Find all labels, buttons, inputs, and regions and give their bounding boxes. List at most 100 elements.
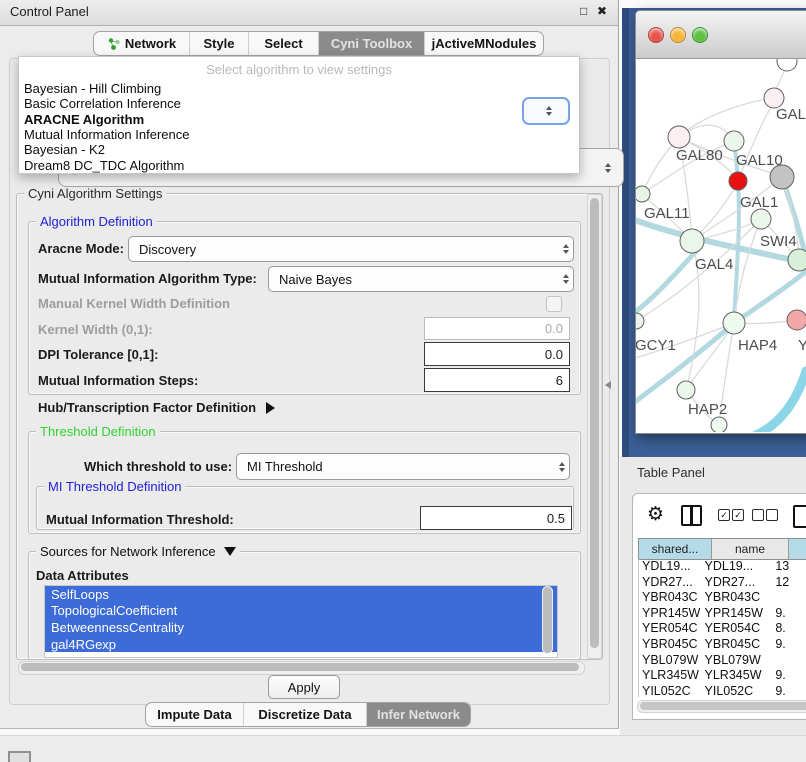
settings-horizontal-scrollbar[interactable]	[18, 661, 585, 675]
network-node[interactable]	[729, 172, 747, 190]
apply-button[interactable]: Apply	[268, 675, 340, 699]
network-window: GALGAL80GAL10GAL1GAL11SWI4GAL4GCY1HAP4YH…	[635, 10, 806, 434]
manual-kernel-width-checkbox[interactable]	[546, 296, 562, 312]
mac-close-button[interactable]	[648, 27, 664, 43]
attribute-item-gal4rgexp[interactable]: gal4RGexp	[45, 636, 557, 653]
table-cell: 9.	[767, 606, 806, 622]
mi-algorithm-type-value: Naive Bayes	[279, 272, 557, 287]
float-window-icon[interactable]: □	[580, 4, 587, 18]
algorithm-option-bayesian-k2[interactable]: Bayesian - K2	[19, 142, 579, 157]
tab-label: Discretize Data	[258, 707, 351, 722]
mi-threshold-label: Mutual Information Threshold:	[46, 512, 234, 527]
network-node[interactable]	[751, 209, 771, 229]
network-node[interactable]	[777, 59, 797, 71]
tab-jactivemnodules[interactable]: jActiveMNodules	[424, 32, 543, 55]
network-edge	[746, 371, 806, 432]
network-node[interactable]	[787, 310, 806, 330]
algorithm-option-aracne-algorithm[interactable]: ARACNE Algorithm	[19, 112, 579, 127]
network-node[interactable]	[764, 88, 784, 108]
tab-discretize-data[interactable]: Discretize Data	[243, 703, 366, 726]
dpi-tolerance-field[interactable]: 0.0	[424, 342, 570, 366]
mi-threshold-field[interactable]: 0.5	[420, 506, 572, 530]
network-node[interactable]	[724, 131, 744, 151]
network-window-titlebar[interactable]	[636, 11, 806, 59]
sources-toggle[interactable]: Sources for Network Inference	[36, 544, 240, 559]
checked-checkbox-icon[interactable]: ✓	[718, 509, 730, 521]
table-row[interactable]: YIL052CYIL052C9.	[639, 684, 806, 697]
table-row[interactable]: YPR145WYPR145W9.	[639, 606, 806, 622]
table-row[interactable]: YBR045CYBR045C9.	[639, 637, 806, 653]
algorithm-option-bayesian-hill-climbing[interactable]: Bayesian - Hill Climbing	[19, 81, 579, 96]
split-columns-icon[interactable]	[681, 505, 702, 526]
collapse-arrow-icon	[224, 547, 236, 556]
checked-checkbox-icon[interactable]: ✓	[732, 509, 744, 521]
algorithm-option-mutual-information-inference[interactable]: Mutual Information Inference	[19, 127, 579, 142]
which-threshold-value: MI Threshold	[247, 459, 553, 474]
tab-cyni-toolbox[interactable]: Cyni Toolbox	[318, 32, 424, 55]
attribute-item-topologicalcoefficient[interactable]: TopologicalCoefficient	[45, 603, 557, 620]
mi-steps-field[interactable]: 6	[424, 368, 570, 392]
combo-spinner-icon	[563, 244, 569, 254]
table-row[interactable]: YBR043CYBR043C	[639, 590, 806, 606]
table-row[interactable]: YLR345WYLR345W9.	[639, 668, 806, 684]
network-node[interactable]	[636, 313, 644, 329]
column-header-a[interactable]: A	[788, 539, 806, 559]
network-graph-canvas[interactable]: GALGAL80GAL10GAL1GAL11SWI4GAL4GCY1HAP4YH…	[636, 59, 806, 432]
control-panel-window: Control Panel □ ✖ Network Style SelectCyni…	[0, 0, 619, 729]
node-label: GAL1	[740, 194, 778, 211]
tab-infer-network[interactable]: Infer Network	[366, 703, 470, 726]
tab-network[interactable]: Network	[94, 32, 189, 55]
new-page-icon[interactable]	[793, 505, 806, 528]
tab-label: Style	[203, 36, 234, 51]
unchecked-checkbox-icon[interactable]	[752, 509, 764, 521]
gear-icon[interactable]: ⚙	[647, 505, 664, 524]
combo-spinner-icon	[563, 274, 569, 284]
data-attributes-list: SelfLoopsTopologicalCoefficientBetweenne…	[44, 585, 558, 658]
aracne-mode-value: Discovery	[139, 242, 557, 257]
hub-definition-toggle[interactable]: Hub/Transcription Factor Definition	[38, 400, 275, 415]
network-node[interactable]	[723, 312, 745, 334]
algorithm-option-dream8-dc-tdc-algorithm[interactable]: Dream8 DC_TDC Algorithm	[19, 157, 579, 172]
mi-steps-value: 6	[556, 373, 563, 388]
network-edge	[636, 251, 696, 314]
algorithm-option-basic-correlation-inference[interactable]: Basic Correlation Inference	[19, 96, 579, 111]
node-label: GAL4	[695, 256, 733, 273]
close-window-icon[interactable]: ✖	[597, 4, 607, 18]
panel-splitter-arrow-icon[interactable]	[605, 381, 611, 389]
attribute-item-selfloops[interactable]: SelfLoops	[45, 586, 557, 603]
tab-select[interactable]: Select	[248, 32, 318, 55]
aracne-mode-combo[interactable]: Discovery	[128, 236, 574, 262]
attribute-item-betweennesscentrality[interactable]: BetweennessCentrality	[45, 619, 557, 636]
table-cell: YBR045C	[702, 637, 768, 653]
tab-style[interactable]: Style	[189, 32, 248, 55]
network-node[interactable]	[668, 126, 690, 148]
table-horizontal-scrollbar[interactable]	[637, 700, 806, 713]
network-node[interactable]	[636, 186, 650, 202]
which-threshold-combo[interactable]: MI Threshold	[236, 453, 570, 480]
network-node[interactable]	[711, 417, 727, 432]
manual-kernel-width-label: Manual Kernel Width Definition	[38, 296, 230, 311]
mac-zoom-button[interactable]	[692, 27, 708, 43]
control-panel-titlebar[interactable]: Control Panel □ ✖	[0, 0, 618, 26]
table-row[interactable]: YER054CYER054C8.	[639, 621, 806, 637]
settings-vertical-scrollbar[interactable]	[587, 194, 602, 659]
kernel-width-field[interactable]: 0.0	[424, 317, 570, 340]
table-row[interactable]: YBL079WYBL079W	[639, 653, 806, 669]
column-header-name[interactable]: name	[711, 539, 788, 559]
network-node[interactable]	[680, 229, 704, 253]
unchecked-checkbox-icon[interactable]	[766, 509, 778, 521]
minimized-panel-icon[interactable]	[8, 751, 31, 762]
network-node[interactable]	[677, 381, 695, 399]
table-row[interactable]: YDR27...YDR27...12	[639, 575, 806, 591]
column-header-shared[interactable]: shared...	[639, 539, 711, 559]
mac-minimize-button[interactable]	[670, 27, 686, 43]
algorithm-dropdown-popup: Select algorithm to view settings Bayesi…	[18, 56, 580, 174]
table-cell: 8.	[767, 621, 806, 637]
network-node[interactable]	[788, 249, 806, 271]
table-cell: YLR345W	[702, 668, 768, 684]
tab-impute-data[interactable]: Impute Data	[146, 703, 243, 726]
table-row[interactable]: YDL19...YDL19...13	[639, 559, 806, 575]
mi-algorithm-type-combo[interactable]: Naive Bayes	[268, 266, 574, 292]
attribute-list-scrollbar[interactable]	[542, 586, 553, 654]
focused-combo-spinner[interactable]	[522, 97, 570, 125]
